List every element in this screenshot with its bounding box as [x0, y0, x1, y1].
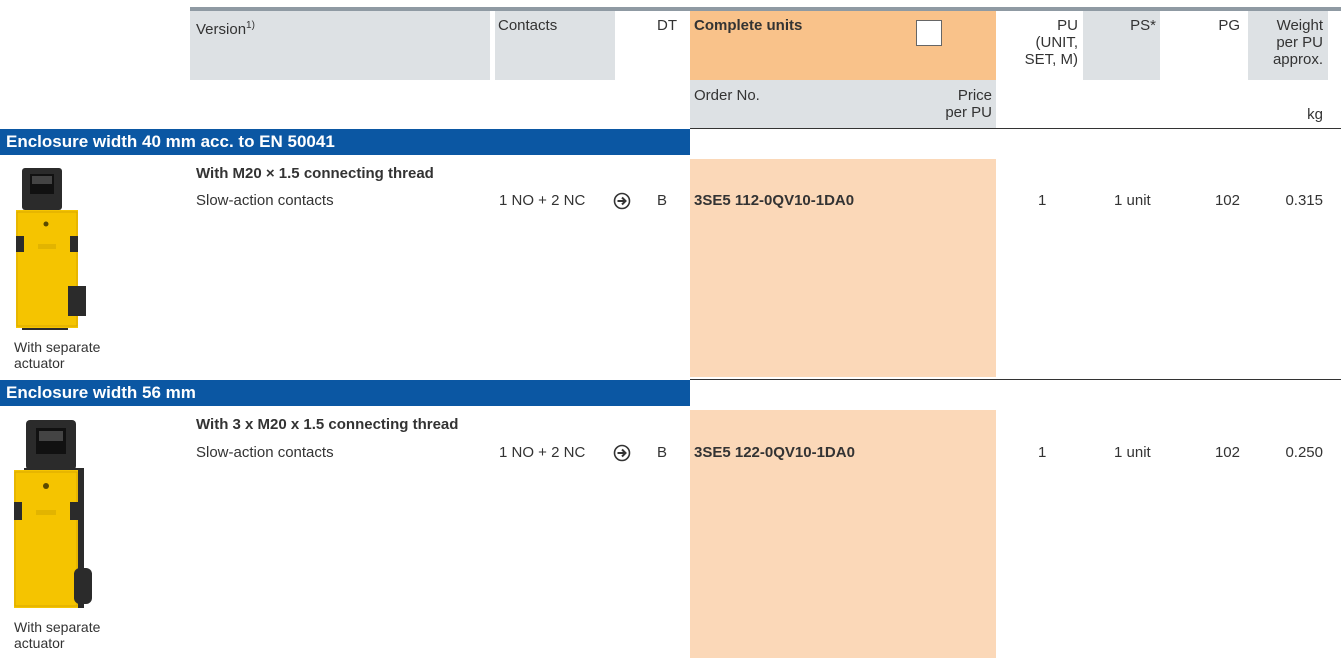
pu-cell: 1 — [1038, 444, 1047, 461]
ps-header: PS* — [1130, 17, 1156, 34]
pg-header: PG — [1218, 17, 1240, 34]
weight-header: Weight per PU approx. — [1272, 17, 1323, 68]
section-divider — [690, 128, 1341, 129]
image-caption: With separate actuator — [14, 339, 101, 371]
kg-unit-header: kg — [1307, 106, 1323, 123]
section-subtitle: With 3 x M20 x 1.5 connecting thread — [196, 416, 459, 433]
contacts-cell: 1 NO + 2 NC — [499, 444, 586, 461]
section-title-bar: Enclosure width 40 mm acc. to EN 50041 — [0, 129, 690, 155]
pu-header: PU (UNIT, SET, M) — [1024, 17, 1078, 68]
ps-cell: 1 unit — [1114, 192, 1151, 209]
positive-opening-icon — [613, 444, 631, 462]
safety-switch-image — [14, 420, 92, 608]
safety-switch-image — [16, 168, 86, 330]
section-title-bar: Enclosure width 56 mm — [0, 380, 690, 406]
weight-cell: 0.250 — [1285, 444, 1323, 461]
order-no-header: Order No. — [694, 87, 760, 104]
weight-cell: 0.315 — [1285, 192, 1323, 209]
version-cell: Slow-action contacts — [196, 444, 334, 461]
pg-cell: 102 — [1214, 192, 1240, 209]
section-subtitle: With M20 × 1.5 connecting thread — [196, 165, 434, 182]
dt-cell: B — [657, 444, 668, 461]
footnote-marker: 1) — [246, 20, 255, 31]
order-number: 3SE5 112-0QV10-1DA0 — [694, 192, 855, 209]
complete-units-checkbox[interactable] — [916, 20, 942, 46]
dt-cell: B — [657, 192, 668, 209]
pg-cell: 102 — [1214, 444, 1240, 461]
order-number: 3SE5 122-0QV10-1DA0 — [694, 444, 855, 461]
dt-header: DT — [657, 17, 677, 34]
ps-cell: 1 unit — [1114, 444, 1151, 461]
price-header: Price per PU — [945, 87, 992, 121]
complete-units-header: Complete units — [694, 17, 803, 34]
section-divider — [690, 379, 1341, 380]
version-cell: Slow-action contacts — [196, 192, 334, 209]
contacts-cell: 1 NO + 2 NC — [499, 192, 586, 209]
contacts-header: Contacts — [498, 17, 558, 34]
positive-opening-icon — [613, 192, 631, 210]
image-caption: With separate actuator — [14, 619, 101, 651]
pu-cell: 1 — [1038, 192, 1047, 209]
version-header: Version1) — [196, 20, 255, 38]
